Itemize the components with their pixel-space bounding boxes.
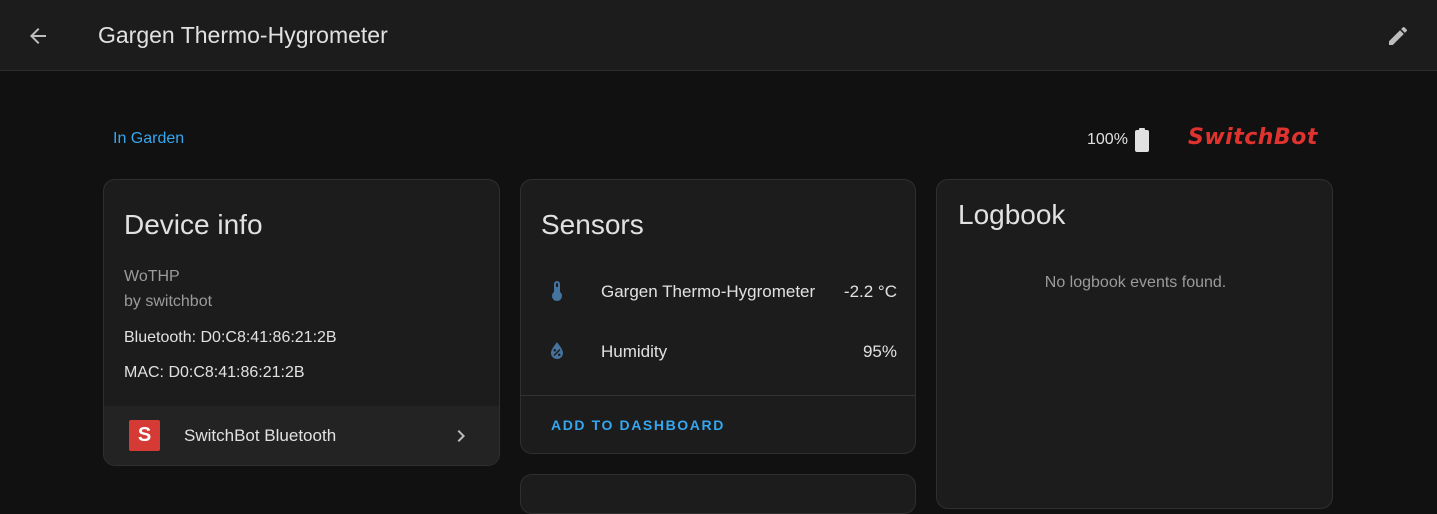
integration-name: SwitchBot Bluetooth: [184, 426, 337, 445]
pencil-icon: [1389, 26, 1408, 45]
top-app-bar: Gargen Thermo-Hygrometer: [0, 0, 1437, 71]
water-percent-icon: [551, 342, 563, 359]
device-info-title: Device info: [124, 209, 263, 240]
logbook-empty-message: No logbook events found.: [1044, 274, 1227, 291]
next-card: [520, 474, 916, 514]
sensor-value: 95%: [862, 342, 897, 361]
switchbot-logo-icon: S: [129, 420, 160, 451]
divider: [521, 395, 915, 396]
integration-link[interactable]: S SwitchBot Bluetooth: [104, 406, 499, 465]
sensor-name: Humidity: [601, 342, 668, 361]
device-manufacturer: by switchbot: [124, 293, 213, 310]
chevron-right-icon: [457, 430, 465, 442]
brand-logo: SwitchBot: [1188, 125, 1318, 150]
arrow-left-icon: [30, 28, 46, 44]
sensor-name: Gargen Thermo-Hygrometer: [601, 282, 816, 301]
battery-level: 100%: [1087, 131, 1128, 148]
sensors-card: Sensors Gargen Thermo-Hygrometer -2.2 °C…: [520, 179, 916, 454]
thermometer-icon: [552, 281, 562, 301]
sensor-value: -2.2 °C: [843, 282, 897, 301]
device-model: WoTHP: [124, 268, 180, 285]
logbook-card: Logbook No logbook events found.: [936, 179, 1333, 509]
add-to-dashboard-button[interactable]: ADD TO DASHBOARD: [551, 417, 725, 433]
area-link[interactable]: In Garden: [113, 130, 184, 148]
battery-icon: [1134, 128, 1149, 152]
mac-connection: MAC: D0:C8:41:86:21:2B: [124, 364, 305, 381]
device-info-card: Device info WoTHP by switchbot Bluetooth…: [103, 179, 500, 466]
page-title: Gargen Thermo-Hygrometer: [98, 22, 388, 48]
edit-button[interactable]: [1378, 16, 1418, 56]
sensors-title: Sensors: [541, 209, 644, 240]
brand-logo-text: SwitchBot: [1188, 125, 1318, 150]
battery-status: 100%: [1087, 128, 1150, 152]
bluetooth-connection: Bluetooth: D0:C8:41:86:21:2B: [124, 329, 337, 346]
back-button[interactable]: [18, 16, 58, 56]
logbook-title: Logbook: [958, 199, 1066, 230]
sensor-row-humidity[interactable]: Humidity 95%: [521, 331, 915, 371]
sensor-row-temperature[interactable]: Gargen Thermo-Hygrometer -2.2 °C: [521, 271, 915, 311]
